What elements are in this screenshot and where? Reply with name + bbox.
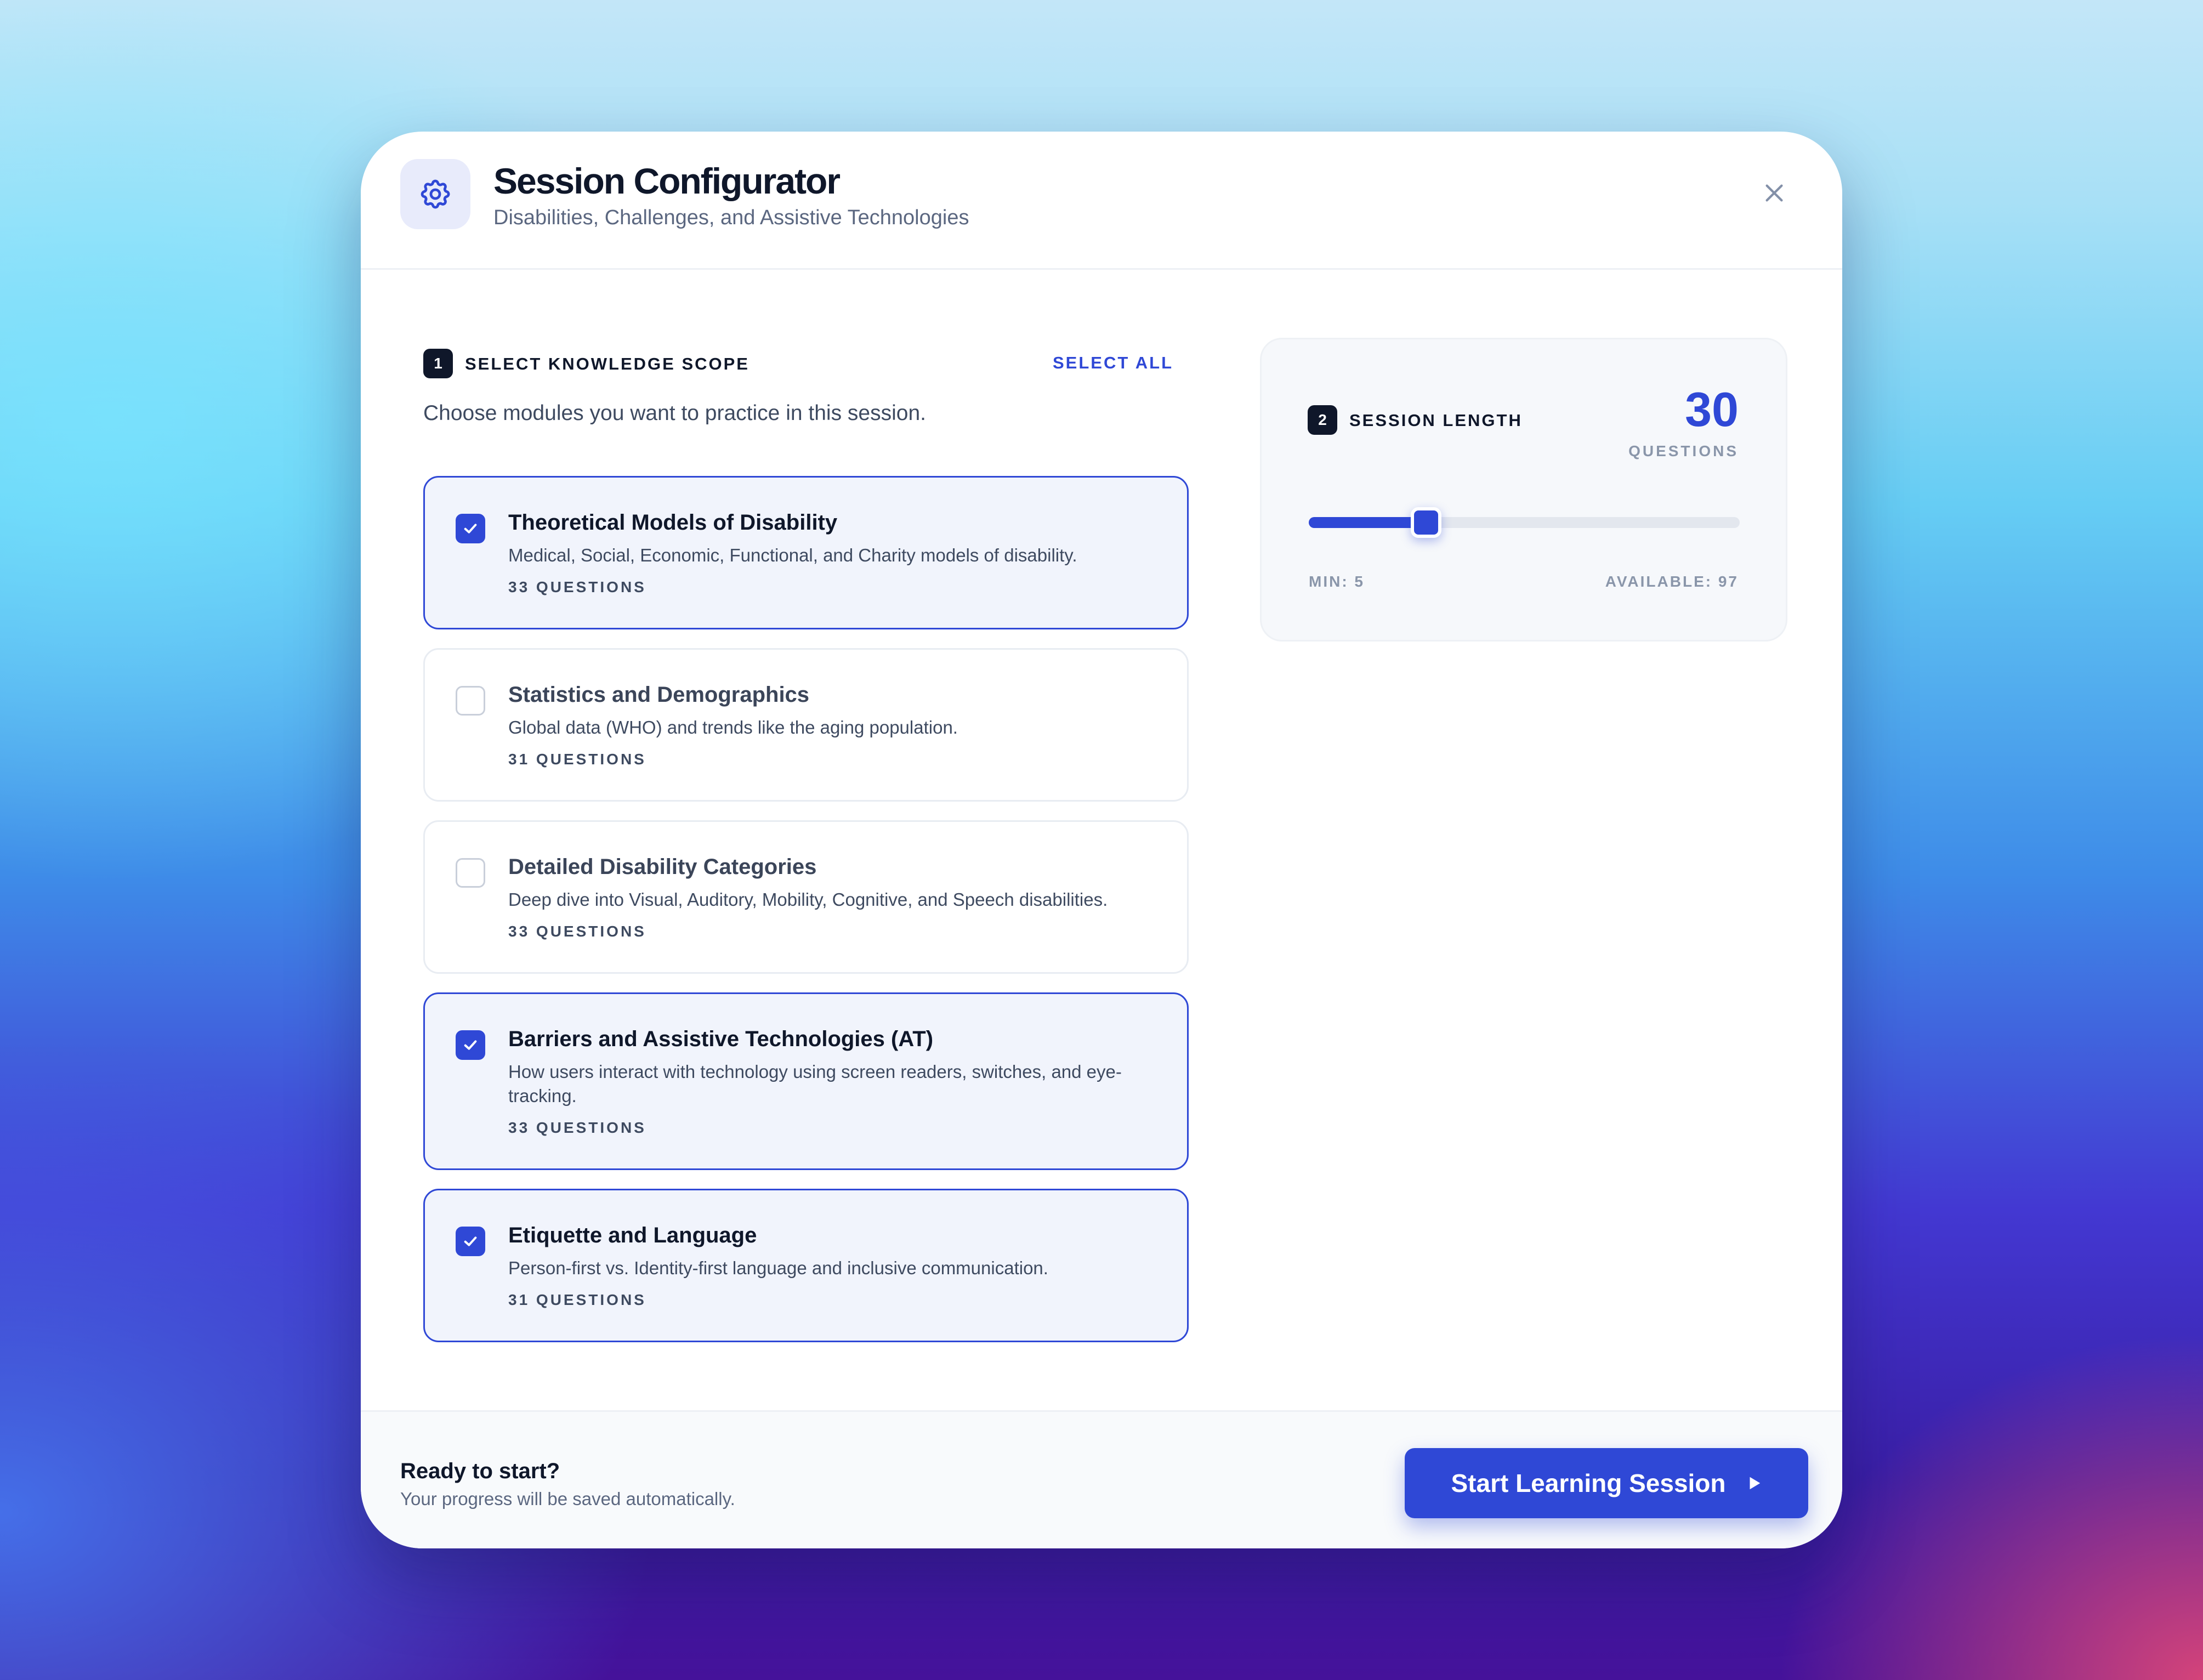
module-title: Detailed Disability Categories xyxy=(508,855,817,879)
module-title: Statistics and Demographics xyxy=(508,683,810,707)
session-length-slider[interactable] xyxy=(1309,507,1740,538)
module-description: Medical, Social, Economic, Functional, a… xyxy=(508,545,1077,565)
module-checkbox[interactable] xyxy=(456,1030,485,1060)
session-length-value: 30 xyxy=(1685,382,1739,436)
close-icon xyxy=(1765,184,1783,202)
dialog-subtitle: Disabilities, Challenges, and Assistive … xyxy=(493,206,969,229)
slider-max-label: AVAILABLE: 97 xyxy=(1605,573,1739,590)
close-button[interactable] xyxy=(1757,175,1792,211)
slider-thumb[interactable] xyxy=(1410,507,1441,538)
dialog-header: Session Configurator Disabilities, Chall… xyxy=(361,132,1842,270)
footer-subtitle: Your progress will be saved automaticall… xyxy=(400,1489,735,1509)
footer-title: Ready to start? xyxy=(400,1459,560,1483)
module-title: Etiquette and Language xyxy=(508,1223,757,1247)
module-description: Global data (WHO) and trends like the ag… xyxy=(508,717,958,737)
module-question-count: 31 QUESTIONS xyxy=(508,751,646,768)
scope-section-label: SELECT KNOWLEDGE SCOPE xyxy=(465,354,750,373)
gear-icon xyxy=(400,159,470,229)
module-description: Deep dive into Visual, Auditory, Mobilit… xyxy=(508,889,1108,910)
module-checkbox[interactable] xyxy=(456,514,485,543)
checkmark-icon xyxy=(464,1236,477,1246)
module-card-barriers-at[interactable]: Barriers and Assistive Technologies (AT)… xyxy=(423,992,1189,1170)
module-card-disability-categories[interactable]: Detailed Disability Categories Deep dive… xyxy=(423,820,1189,974)
checkmark-icon xyxy=(464,1040,477,1050)
module-question-count: 31 QUESTIONS xyxy=(508,1291,646,1308)
module-card-theoretical-models[interactable]: Theoretical Models of Disability Medical… xyxy=(423,476,1189,629)
module-question-count: 33 QUESTIONS xyxy=(508,578,646,595)
dialog-footer: Ready to start? Your progress will be sa… xyxy=(361,1410,1842,1548)
start-learning-session-button[interactable]: Start Learning Session xyxy=(1405,1448,1808,1518)
module-card-statistics[interactable]: Statistics and Demographics Global data … xyxy=(423,648,1189,802)
select-all-button[interactable]: SELECT ALL xyxy=(1053,353,1172,373)
session-length-panel: 2 SESSION LENGTH 30 QUESTIONS MIN: 5 AVA… xyxy=(1260,338,1787,642)
scope-description: Choose modules you want to practice in t… xyxy=(423,401,926,425)
module-checkbox[interactable] xyxy=(456,858,485,888)
session-configurator-dialog: Session Configurator Disabilities, Chall… xyxy=(361,132,1842,1548)
module-description: How users interact with technology using… xyxy=(508,1062,1122,1106)
module-title: Theoretical Models of Disability xyxy=(508,510,838,535)
dialog-title: Session Configurator xyxy=(493,161,841,201)
session-length-label: SESSION LENGTH xyxy=(1349,411,1523,430)
checkmark-icon xyxy=(464,524,477,533)
session-length-unit: QUESTIONS xyxy=(1628,442,1739,459)
module-question-count: 33 QUESTIONS xyxy=(508,1119,646,1136)
module-checkbox[interactable] xyxy=(456,1227,485,1256)
start-button-label: Start Learning Session xyxy=(1451,1469,1726,1497)
module-description: Person-first vs. Identity-first language… xyxy=(508,1258,1048,1278)
play-icon xyxy=(1750,1477,1760,1490)
slider-min-label: MIN: 5 xyxy=(1309,573,1365,590)
step-number-badge: 1 xyxy=(423,349,453,378)
module-checkbox[interactable] xyxy=(456,686,485,716)
module-question-count: 33 QUESTIONS xyxy=(508,923,646,940)
module-card-etiquette-language[interactable]: Etiquette and Language Person-first vs. … xyxy=(423,1189,1189,1342)
slider-fill xyxy=(1309,517,1426,528)
module-title: Barriers and Assistive Technologies (AT) xyxy=(508,1027,934,1051)
step-number-badge: 2 xyxy=(1308,405,1337,435)
